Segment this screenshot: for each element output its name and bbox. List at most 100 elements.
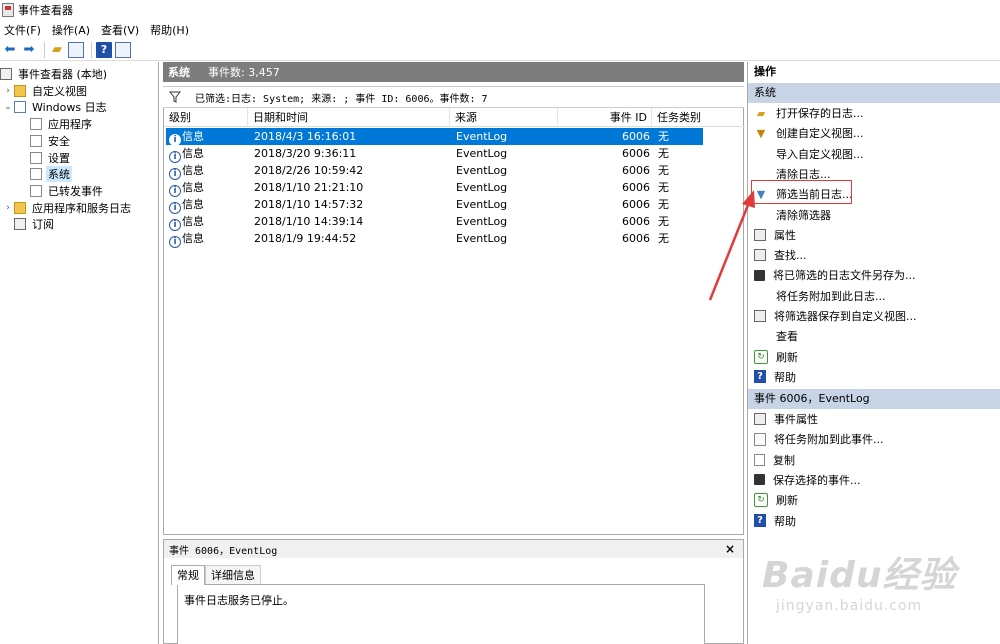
table-row[interactable]: i 信息 2018/3/20 9:36:11 EventLog 6006 无 bbox=[166, 145, 703, 163]
cell-source: EventLog bbox=[456, 181, 508, 194]
cell-datetime: 2018/3/20 9:36:11 bbox=[254, 147, 357, 160]
table-row[interactable]: i 信息 2018/4/3 16:16:01 EventLog 6006 无 bbox=[166, 128, 703, 146]
menu-file[interactable]: 文件(F) bbox=[0, 22, 45, 38]
tree-item-application[interactable]: 应用程序 bbox=[30, 116, 94, 132]
folder-open-icon: ▰ bbox=[756, 106, 766, 120]
action-item[interactable]: 属性 bbox=[748, 225, 1000, 245]
cell-task-category: 无 bbox=[658, 198, 669, 211]
actions-header: 操作 bbox=[748, 62, 1000, 82]
column-event-id[interactable]: 事件 ID bbox=[558, 108, 652, 127]
action-label: 将筛选器保存到自定义视图... bbox=[774, 310, 917, 323]
tree-app-services[interactable]: › 应用程序和服务日志 bbox=[2, 200, 133, 216]
cell-datetime: 2018/4/3 16:16:01 bbox=[254, 130, 357, 143]
properties-pane-icon[interactable] bbox=[115, 41, 131, 58]
info-icon: i bbox=[169, 236, 181, 248]
actions-section-event[interactable]: 事件 6006，EventLog bbox=[748, 389, 1000, 409]
expand-arrow-icon[interactable]: › bbox=[2, 203, 14, 213]
close-icon[interactable]: × bbox=[725, 542, 735, 556]
action-item[interactable]: ▼ 创建自定义视图... bbox=[748, 123, 1000, 143]
table-row[interactable]: i 信息 2018/1/9 19:44:52 EventLog 6006 无 bbox=[166, 230, 703, 248]
cell-level: i 信息 bbox=[169, 128, 204, 146]
action-item[interactable]: ↻ 刷新 bbox=[748, 347, 1000, 367]
grid-header: 级别 日期和时间 来源 事件 ID 任务类别 bbox=[164, 108, 745, 127]
menu-action[interactable]: 操作(A) bbox=[48, 22, 94, 38]
event-viewer-icon bbox=[0, 68, 12, 80]
collapse-arrow-icon[interactable]: ⌄ bbox=[2, 102, 14, 112]
action-label: 复制 bbox=[773, 453, 795, 467]
column-datetime[interactable]: 日期和时间 bbox=[248, 108, 450, 127]
menu-view[interactable]: 查看(V) bbox=[97, 22, 143, 38]
center-pane: 系统 事件数: 3,457 已筛选:日志: System; 来源: ; 事件 I… bbox=[163, 62, 745, 644]
cell-event-id: 6006 bbox=[622, 215, 650, 228]
tree-root[interactable]: 事件查看器 (本地) bbox=[0, 66, 109, 82]
action-label: 属性 bbox=[774, 228, 796, 242]
actions-section-system[interactable]: 系统 bbox=[748, 83, 1000, 103]
action-item[interactable]: 保存选择的事件... bbox=[748, 470, 1000, 490]
action-item[interactable]: 将已筛选的日志文件另存为... bbox=[748, 265, 1000, 285]
back-arrow-icon[interactable]: ⬅ bbox=[2, 42, 18, 58]
action-item[interactable]: ▰ 打开保存的日志... bbox=[748, 103, 1000, 123]
cell-source: EventLog bbox=[456, 232, 508, 245]
column-level[interactable]: 级别 bbox=[164, 108, 248, 127]
level-label: 信息 bbox=[182, 215, 204, 228]
detail-tabs: 常规 详细信息 bbox=[171, 565, 261, 585]
action-item[interactable]: 导入自定义视图... bbox=[748, 144, 1000, 164]
cell-datetime: 2018/1/10 21:21:10 bbox=[254, 181, 364, 194]
toolbar-separator bbox=[44, 41, 45, 58]
show-pane-icon[interactable] bbox=[68, 41, 84, 58]
tab-details[interactable]: 详细信息 bbox=[205, 565, 261, 585]
tree-subscriptions[interactable]: 订阅 bbox=[14, 216, 56, 232]
tree-item-system[interactable]: 系统 bbox=[30, 166, 72, 182]
folder-icon bbox=[14, 202, 26, 214]
subscriptions-icon bbox=[14, 218, 26, 230]
tree-custom-views[interactable]: › 自定义视图 bbox=[2, 83, 89, 99]
table-row[interactable]: i 信息 2018/1/10 14:39:14 EventLog 6006 无 bbox=[166, 213, 703, 231]
table-row[interactable]: i 信息 2018/1/10 14:57:32 EventLog 6006 无 bbox=[166, 196, 703, 214]
action-item[interactable]: 将筛选器保存到自定义视图... bbox=[748, 306, 1000, 326]
log-header: 系统 事件数: 3,457 bbox=[163, 62, 744, 82]
column-source[interactable]: 来源 bbox=[450, 108, 558, 127]
tree-item-security[interactable]: 安全 bbox=[30, 133, 72, 149]
tab-general[interactable]: 常规 bbox=[171, 565, 205, 585]
action-label: 将任务附加到此日志... bbox=[776, 289, 886, 303]
action-label: 查找... bbox=[774, 249, 807, 263]
action-item[interactable]: ? 帮助 bbox=[748, 367, 1000, 387]
column-task-category[interactable]: 任务类别 bbox=[652, 108, 744, 127]
forward-arrow-icon[interactable]: ➡ bbox=[21, 42, 37, 58]
action-item[interactable]: ↻ 刷新 bbox=[748, 490, 1000, 510]
table-row[interactable]: i 信息 2018/1/10 21:21:10 EventLog 6006 无 bbox=[166, 179, 703, 197]
cell-task-category: 无 bbox=[658, 130, 669, 143]
open-folder-icon[interactable]: ▰ bbox=[49, 42, 65, 58]
level-label: 信息 bbox=[182, 130, 204, 143]
tree-item-forwarded[interactable]: 已转发事件 bbox=[30, 183, 105, 199]
detail-title: 事件 6006，EventLog bbox=[169, 545, 278, 557]
detail-message: 事件日志服务已停止。 bbox=[184, 594, 294, 607]
expand-arrow-icon[interactable]: › bbox=[2, 86, 14, 96]
window-title: 事件查看器 bbox=[18, 4, 73, 17]
action-item[interactable]: ? 帮助 bbox=[748, 511, 1000, 531]
log-icon bbox=[30, 168, 42, 180]
table-row[interactable]: i 信息 2018/2/26 10:59:42 EventLog 6006 无 bbox=[166, 162, 703, 180]
action-item[interactable]: 查看 bbox=[748, 326, 1000, 346]
action-item[interactable]: 事件属性 bbox=[748, 409, 1000, 429]
cell-task-category: 无 bbox=[658, 232, 669, 245]
action-item[interactable]: 清除筛选器 bbox=[748, 205, 1000, 225]
level-label: 信息 bbox=[182, 147, 204, 160]
action-item[interactable]: 查找... bbox=[748, 245, 1000, 265]
tree-windows-logs[interactable]: ⌄ Windows 日志 bbox=[2, 99, 109, 115]
help-icon[interactable]: ? bbox=[96, 41, 112, 58]
event-count: 事件数: 3,457 bbox=[208, 66, 280, 79]
action-label: 清除筛选器 bbox=[776, 208, 831, 222]
watermark-url: jingyan.baidu.com bbox=[776, 598, 923, 614]
action-label: 帮助 bbox=[774, 370, 796, 384]
tree-item-setup[interactable]: 设置 bbox=[30, 150, 72, 166]
action-item[interactable]: 将任务附加到此日志... bbox=[748, 286, 1000, 306]
cell-source: EventLog bbox=[456, 215, 508, 228]
action-label: 创建自定义视图... bbox=[776, 127, 864, 141]
action-item[interactable]: 复制 bbox=[748, 450, 1000, 470]
action-label: 查看 bbox=[776, 330, 798, 344]
action-item[interactable]: 将任务附加到此事件... bbox=[748, 429, 1000, 449]
cell-event-id: 6006 bbox=[622, 130, 650, 143]
cell-level: i 信息 bbox=[169, 213, 204, 231]
menu-help[interactable]: 帮助(H) bbox=[146, 22, 193, 38]
